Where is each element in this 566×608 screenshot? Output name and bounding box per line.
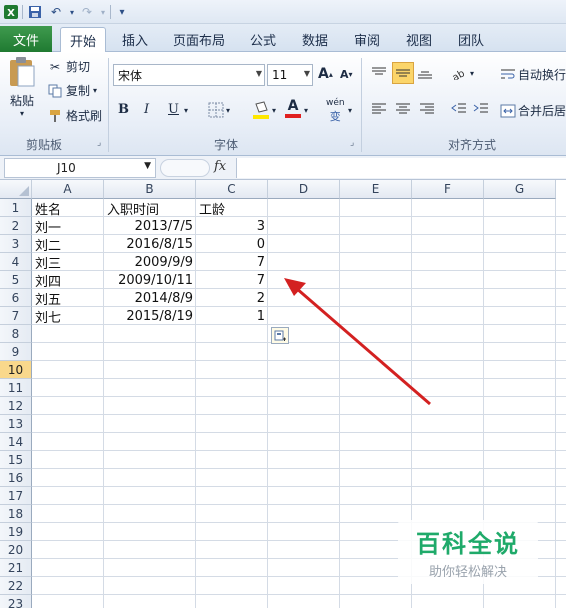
decrease-indent-icon[interactable] — [450, 102, 468, 116]
tab-insert[interactable]: 插入 — [114, 27, 156, 52]
underline-button[interactable]: U — [168, 102, 179, 117]
tab-data[interactable]: 数据 — [294, 27, 336, 52]
align-top-icon[interactable] — [370, 66, 388, 80]
cut-button[interactable]: ✂ 剪切 — [46, 58, 90, 75]
phonetic-dropdown-icon[interactable]: ▾ — [348, 106, 352, 115]
customize-toolbar-icon[interactable]: ▾ — [113, 3, 131, 21]
formula-input[interactable] — [236, 158, 566, 178]
bold-button[interactable]: B — [118, 102, 129, 117]
orientation-icon[interactable]: ab — [450, 66, 468, 80]
font-color-icon[interactable]: A — [285, 98, 301, 118]
tab-home[interactable]: 开始 — [60, 27, 106, 53]
paste-button[interactable]: 粘贴 ▾ — [6, 56, 38, 130]
copy-dropdown-icon[interactable]: ▾ — [93, 86, 97, 95]
font-name-select[interactable]: 宋体 ▼ — [113, 64, 265, 86]
copy-icon — [46, 84, 64, 98]
tab-team[interactable]: 团队 — [450, 27, 492, 52]
font-launcher-icon[interactable]: ⌟ — [350, 138, 354, 148]
font-name-value: 宋体 — [118, 68, 143, 83]
paste-icon — [7, 56, 37, 88]
formula-bar: J10 ▼ fx — [0, 156, 566, 180]
watermark-subtitle: 助你轻松解决 — [428, 565, 507, 580]
underline-dropdown-icon[interactable]: ▾ — [184, 106, 188, 115]
tab-formulas[interactable]: 公式 — [242, 27, 284, 52]
svg-text:ab: ab — [451, 68, 467, 80]
format-painter-button[interactable]: 格式刷 — [46, 107, 102, 124]
merge-center-button[interactable]: 合并后居 — [498, 102, 566, 119]
align-left-icon[interactable] — [370, 102, 388, 116]
paintbrush-icon — [46, 109, 64, 123]
name-box[interactable]: J10 ▼ — [4, 158, 156, 178]
alignment-group-label: 对齐方式 — [448, 138, 497, 152]
merge-center-label: 合并后居 — [518, 104, 566, 118]
wrap-text-icon — [498, 68, 518, 82]
font-group-label: 字体 — [214, 138, 239, 152]
excel-logo-icon: X — [2, 3, 20, 21]
clipboard-launcher-icon[interactable]: ⌟ — [97, 138, 101, 148]
increase-font-icon[interactable]: A ▴ — [318, 66, 333, 82]
font-color-dropdown-icon[interactable]: ▾ — [304, 106, 308, 115]
tab-file[interactable]: 文件 — [0, 26, 52, 52]
font-size-select[interactable]: 11 ▼ — [267, 64, 313, 86]
cut-label: 剪切 — [66, 60, 91, 74]
fill-color-dropdown-icon[interactable]: ▾ — [272, 106, 276, 115]
insert-function-icon[interactable]: fx — [214, 159, 226, 174]
wrap-text-button[interactable]: 自动换行 — [498, 66, 566, 83]
name-box-value: J10 — [57, 161, 76, 175]
font-size-value: 11 — [272, 68, 288, 82]
ribbon: 粘贴 ▾ ✂ 剪切 复制 ▾ 格式刷 剪贴板 ⌟ 宋体 ▼ 11 ▼ A ▴ A ▾… — [0, 52, 566, 156]
phonetic-guide-button[interactable]: wén 变 — [326, 98, 345, 124]
watermark: 百科全说 助你轻松解决 — [398, 520, 538, 584]
orientation-dropdown-icon[interactable]: ▾ — [470, 69, 474, 78]
copy-button[interactable]: 复制 ▾ — [46, 82, 97, 99]
increase-indent-icon[interactable] — [472, 102, 490, 116]
merge-cells-icon — [498, 104, 518, 118]
align-middle-icon[interactable] — [392, 62, 414, 84]
align-right-icon[interactable] — [418, 102, 436, 116]
tab-review[interactable]: 审阅 — [346, 27, 388, 52]
watermark-title: 百科全说 — [416, 530, 520, 558]
italic-button[interactable]: I — [144, 102, 149, 117]
save-icon[interactable] — [26, 3, 44, 21]
borders-dropdown-icon[interactable]: ▾ — [226, 106, 230, 115]
name-box-dropdown-icon[interactable]: ▼ — [144, 161, 151, 171]
format-painter-label: 格式刷 — [66, 109, 103, 123]
align-bottom-icon[interactable] — [416, 66, 434, 80]
copy-label: 复制 — [66, 84, 91, 98]
chevron-down-icon: ▼ — [303, 69, 310, 78]
clipboard-group-label: 剪贴板 — [26, 138, 63, 152]
wrap-text-label: 自动换行 — [518, 68, 566, 82]
spreadsheet-grid[interactable]: ABCDEFG 1 2 3 4 5 6 7 8 9 10 11 12 13 14 15 16 17 18 19 20 2… — [0, 180, 566, 608]
tab-view[interactable]: 视图 — [398, 27, 440, 52]
scissors-icon: ✂ — [49, 59, 61, 74]
formula-bar-divider — [160, 159, 210, 177]
quick-access-toolbar: X ↶ ▾ ↷ ▾ ▾ — [0, 0, 566, 24]
borders-icon[interactable] — [208, 102, 224, 118]
decrease-font-icon[interactable]: A ▾ — [340, 68, 353, 81]
phonetic-label: wén — [326, 98, 345, 108]
paste-dropdown-icon[interactable]: ▾ — [20, 109, 24, 118]
svg-text:X: X — [7, 8, 15, 19]
fill-color-icon[interactable] — [252, 100, 270, 120]
tab-page-layout[interactable]: 页面布局 — [166, 27, 232, 52]
align-center-icon[interactable] — [394, 102, 412, 116]
ribbon-tab-bar: 文件 开始 插入 页面布局 公式 数据 审阅 视图 团队 — [0, 24, 566, 53]
chevron-down-icon: ▼ — [255, 69, 262, 78]
paste-label: 粘贴 — [9, 94, 34, 108]
